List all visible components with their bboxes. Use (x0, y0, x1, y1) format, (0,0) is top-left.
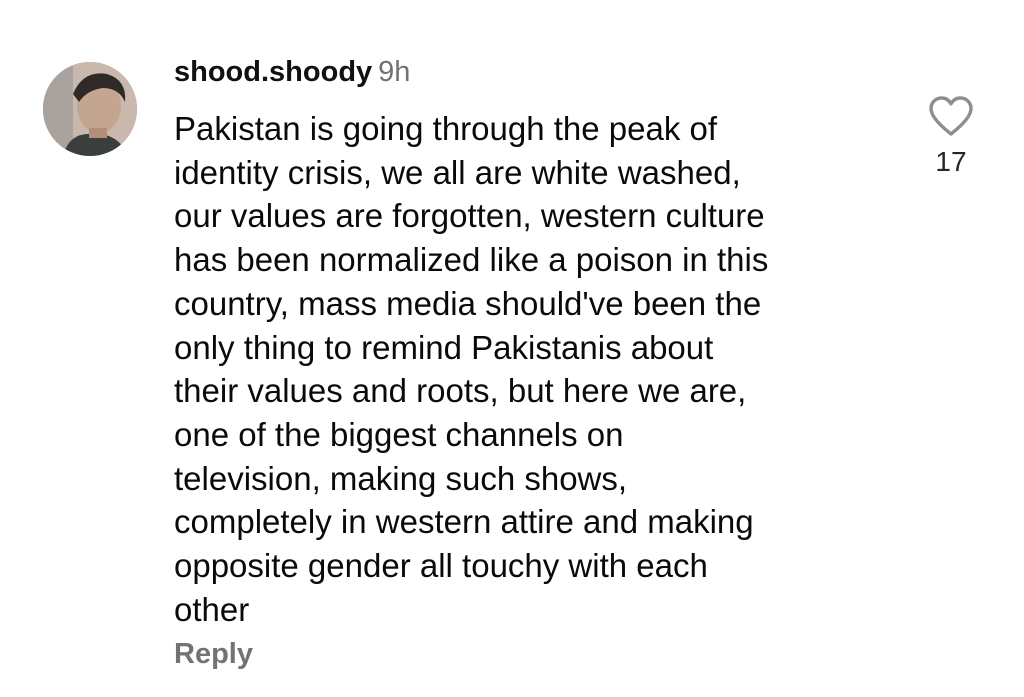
like-section: 17 (924, 94, 978, 194)
timestamp: 9h (378, 56, 411, 88)
comment-text-line: identity crisis, we all are white washed… (174, 153, 741, 191)
comment-text-line: their values and roots, but here we are, (174, 372, 747, 410)
comment-text-line: only thing to remind Pakistanis about (174, 328, 714, 366)
comment-text-line: other (174, 590, 250, 628)
avatar[interactable] (43, 62, 137, 156)
comment-text-line: opposite gender all touchy with each (174, 547, 708, 585)
comment-text-line: television, making such shows, (174, 459, 628, 497)
username[interactable]: shood.shoody (174, 56, 372, 88)
reply-button[interactable]: Reply (174, 638, 253, 671)
like-button[interactable] (927, 94, 975, 138)
like-count: 17 (935, 146, 967, 177)
comment-text: Pakistan is going through the peak of id… (174, 107, 894, 631)
comment-text-line: one of the biggest channels on (174, 415, 624, 453)
comment-text-line: Pakistan is going through the peak of (174, 110, 718, 147)
comment-text-line: has been normalized like a poison in thi… (174, 241, 769, 279)
comment-text-line: our values are forgotten, western cultur… (174, 197, 765, 235)
comment-text-line: completely in western attire and making (174, 503, 754, 541)
heart-outline-icon (929, 96, 973, 136)
comment: shood.shoody 9h Pakistan is going through… (0, 0, 1024, 697)
comment-header: shood.shoody 9h (174, 54, 410, 90)
comment-text-line: country, mass media should've been the (174, 284, 762, 322)
